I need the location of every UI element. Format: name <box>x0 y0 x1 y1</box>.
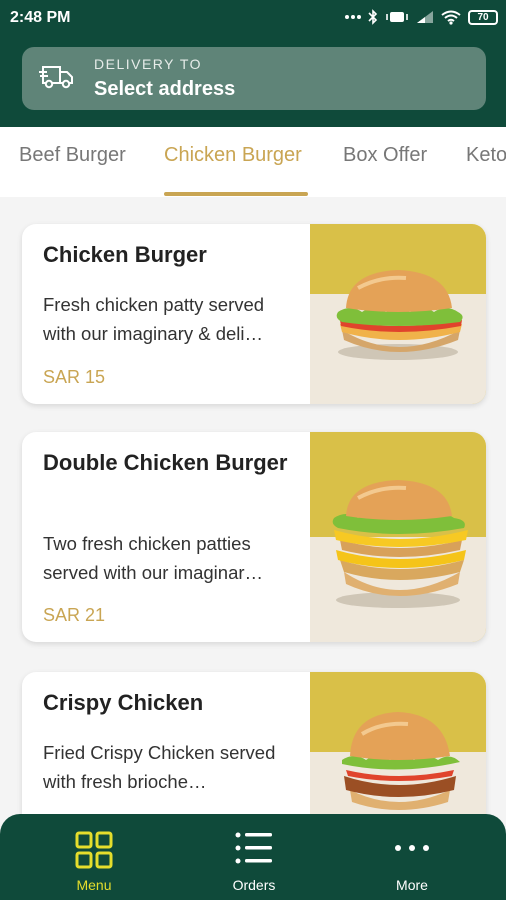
grid-icon <box>75 831 113 874</box>
product-image <box>310 224 486 404</box>
delivery-address-selector[interactable]: DELIVERY TO Select address <box>22 47 486 110</box>
vibrate-icon <box>385 10 409 24</box>
wifi-icon <box>441 10 461 25</box>
app-header: 2:48 PM 70 DELIVERY TO Select address <box>0 0 506 127</box>
product-name: Crispy Chicken <box>43 690 204 715</box>
product-card[interactable]: Double Chicken Burger Two fresh chicken … <box>22 432 486 642</box>
tab-box-offer[interactable]: Box Offer <box>343 144 427 167</box>
nav-more[interactable]: More <box>328 814 496 900</box>
product-price: SAR 21 <box>43 605 106 625</box>
product-price: SAR 15 <box>43 367 106 387</box>
product-image <box>310 432 486 642</box>
product-description: Two fresh chicken patties served with ou… <box>43 533 264 583</box>
more-notifications-icon <box>345 14 361 20</box>
tab-keto[interactable]: Keto <box>466 144 506 167</box>
delivery-address-value: Select address <box>94 78 236 100</box>
tab-beef-burger[interactable]: Beef Burger <box>19 144 126 167</box>
product-description: Fresh chicken patty served with our imag… <box>43 294 265 344</box>
status-icons: 70 <box>345 9 498 25</box>
category-tabs: Beef Burger Chicken Burger Box Offer Ket… <box>0 127 506 197</box>
product-name: Double Chicken Burger <box>43 450 288 475</box>
active-tab-indicator <box>164 192 308 196</box>
product-card[interactable]: Chicken Burger Fresh chicken patty serve… <box>22 224 486 404</box>
bottom-navigation: Menu Orders More <box>0 814 506 900</box>
status-bar: 2:48 PM 70 <box>0 0 506 36</box>
more-dots-icon <box>394 831 430 870</box>
product-description: Fried Crispy Chicken served with fresh b… <box>43 742 276 792</box>
list-icon <box>235 831 273 870</box>
status-time: 2:48 PM <box>10 9 71 26</box>
delivery-truck-icon <box>39 64 75 95</box>
bluetooth-icon <box>368 9 378 25</box>
nav-more-label: More <box>396 877 428 893</box>
signal-icon <box>416 10 434 24</box>
delivery-label: DELIVERY TO <box>94 56 203 72</box>
nav-orders-label: Orders <box>232 877 276 893</box>
tab-chicken-burger[interactable]: Chicken Burger <box>164 144 302 167</box>
product-name: Chicken Burger <box>43 242 207 267</box>
nav-menu-label: Menu <box>76 877 112 893</box>
nav-orders[interactable]: Orders <box>170 814 338 900</box>
battery-icon: 70 <box>468 9 498 25</box>
nav-menu[interactable]: Menu <box>10 814 178 900</box>
